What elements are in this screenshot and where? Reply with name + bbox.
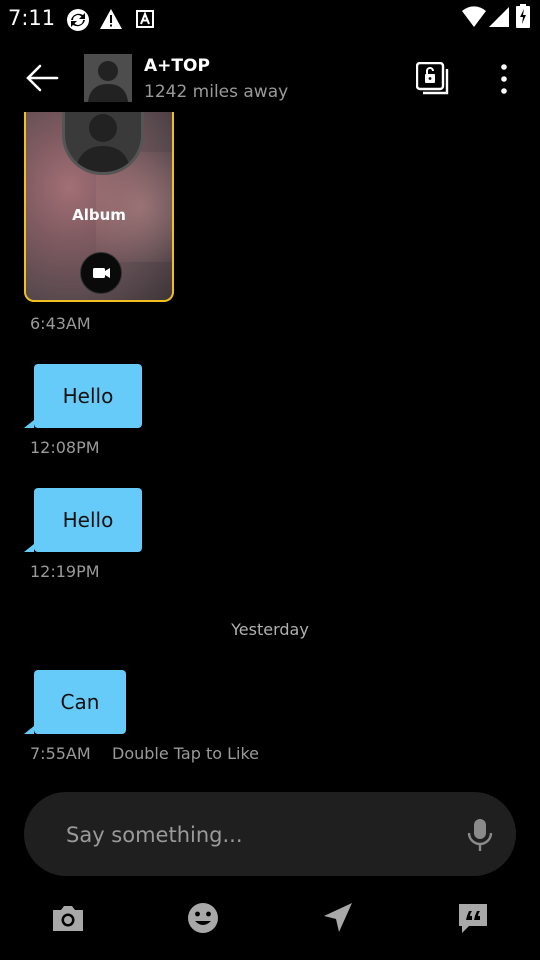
- bubble-tail: [24, 726, 34, 734]
- person-silhouette-icon: [88, 61, 128, 102]
- message-input[interactable]: [64, 814, 438, 856]
- wifi-icon: [462, 6, 486, 28]
- emoji-icon[interactable]: [185, 900, 221, 936]
- day-separator: Yesterday: [231, 620, 309, 639]
- contact-name[interactable]: A+TOP: [144, 56, 210, 76]
- message-time: 12:08PM: [30, 438, 100, 457]
- double-tap-hint: Double Tap to Like: [112, 744, 259, 763]
- message-time: 12:19PM: [30, 562, 100, 581]
- album-time: 6:43AM: [30, 314, 91, 333]
- album-lock-icon[interactable]: [416, 62, 450, 96]
- contact-distance: 1242 miles away: [144, 82, 289, 102]
- bubble-tail: [24, 544, 34, 552]
- composer: [24, 792, 516, 876]
- status-time: 7:11: [8, 6, 56, 30]
- sync-icon: [67, 9, 89, 31]
- microphone-icon[interactable]: [466, 818, 494, 852]
- quote-icon[interactable]: [455, 900, 491, 936]
- camera-icon[interactable]: [50, 900, 86, 936]
- album-label: Album: [72, 206, 126, 224]
- signal-icon: [489, 7, 509, 27]
- message-time: 7:55AM: [30, 744, 91, 763]
- message-bubble[interactable]: Hello: [34, 488, 142, 552]
- more-vert-icon[interactable]: [492, 62, 516, 96]
- location-send-icon[interactable]: [320, 900, 356, 936]
- bubble-tail: [24, 420, 34, 428]
- album-card[interactable]: Album: [24, 112, 174, 302]
- message-bubble[interactable]: Can: [34, 670, 126, 734]
- message-bubble[interactable]: Hello: [34, 364, 142, 428]
- back-arrow-icon[interactable]: [24, 62, 60, 94]
- person-silhouette-icon: [75, 114, 131, 172]
- battery-charging-icon: [516, 4, 530, 28]
- font-icon: [136, 10, 154, 28]
- video-camera-icon: [80, 252, 122, 294]
- contact-avatar[interactable]: [84, 54, 132, 102]
- warning-icon: [100, 9, 122, 29]
